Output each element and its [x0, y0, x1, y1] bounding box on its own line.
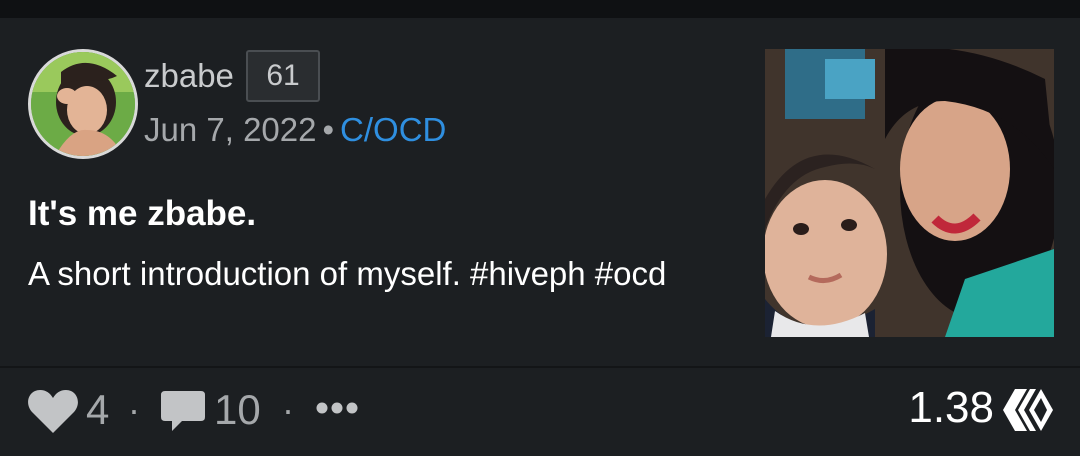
post-footer: 4 · 10 · 1.38 — [0, 368, 1080, 456]
post-thumbnail[interactable] — [765, 49, 1054, 337]
meta-separator: • — [322, 111, 335, 148]
community-link[interactable]: C/OCD — [340, 111, 446, 148]
author-name[interactable]: zbabe — [144, 56, 234, 96]
hive-logo-icon — [1000, 386, 1054, 434]
author-avatar[interactable] — [28, 49, 138, 159]
thumbnail-image — [765, 49, 1054, 337]
comment-icon[interactable] — [160, 388, 206, 434]
reputation-badge: 61 — [246, 50, 320, 102]
footer-separator: · — [128, 389, 140, 430]
comment-count[interactable]: 10 — [214, 384, 261, 436]
post-title[interactable]: It's me zbabe. — [28, 193, 256, 235]
post-meta: Jun 7, 2022 • C/OCD — [144, 110, 446, 150]
heart-icon[interactable] — [27, 389, 79, 435]
post-date: Jun 7, 2022 — [144, 111, 317, 148]
more-dots-icon[interactable] — [314, 390, 360, 426]
status-bar — [0, 0, 1080, 18]
post-card[interactable]: zbabe 61 Jun 7, 2022 • C/OCD It's me zbabe… — [0, 18, 1080, 366]
avatar-image — [31, 52, 135, 156]
footer-separator: · — [282, 389, 294, 430]
payout-value[interactable]: 1.38 — [908, 382, 994, 434]
post-summary[interactable]: A short introduction of myself. #hiveph … — [28, 254, 666, 294]
vote-count[interactable]: 4 — [86, 384, 109, 436]
